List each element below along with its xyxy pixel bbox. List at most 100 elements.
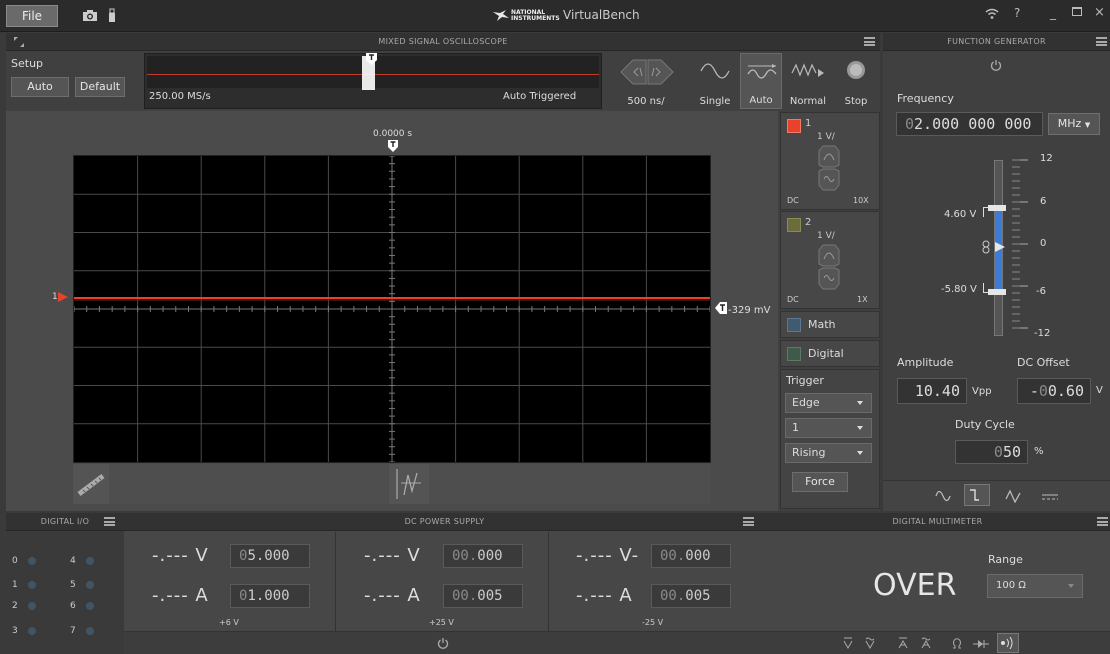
upper-limit-handle[interactable] xyxy=(988,205,1006,211)
p6-voltage-setpoint[interactable]: 05.000 xyxy=(230,544,310,568)
close-icon[interactable]: × xyxy=(1094,5,1105,20)
single-acquisition-button[interactable]: Single xyxy=(693,53,737,109)
duty-cycle-label: Duty Cycle xyxy=(955,418,1015,431)
auto-acquisition-button[interactable]: Auto xyxy=(740,53,782,109)
trigger-source-select[interactable]: 1 xyxy=(785,418,872,438)
digital-swatch xyxy=(787,347,801,361)
m25-current-setpoint[interactable]: 00.005 xyxy=(651,584,731,608)
link-icon[interactable] xyxy=(982,240,990,254)
dio-led-6[interactable] xyxy=(86,602,94,610)
trigger-level-marker-icon[interactable] xyxy=(715,302,727,314)
file-menu-button[interactable]: File xyxy=(6,5,58,27)
waveform-display[interactable] xyxy=(73,155,711,463)
dc-current-mode-icon[interactable] xyxy=(898,637,908,649)
continuity-mode-button[interactable] xyxy=(997,633,1019,653)
amplitude-input[interactable]: 10.40 xyxy=(897,378,967,404)
fgen-power-icon[interactable] xyxy=(990,59,1002,71)
dc-voltage-mode-icon[interactable] xyxy=(843,637,853,649)
frequency-input[interactable]: 02.000 000 000 xyxy=(896,112,1043,136)
channel-2-scale-stepper-icon[interactable] xyxy=(818,244,840,290)
normal-acquisition-button[interactable]: Normal xyxy=(785,53,831,109)
channel-1-probe[interactable]: 10X xyxy=(853,196,869,205)
dc-power-supply-panel: DC POWER SUPPLY -.--- V 05.000 -.--- A 0… xyxy=(124,513,765,654)
trigger-source-value: 1 xyxy=(792,421,799,434)
dcps-menu-icon[interactable] xyxy=(743,517,754,526)
dc-wave-icon[interactable] xyxy=(1041,492,1059,502)
default-setup-button[interactable]: Default xyxy=(75,77,125,97)
ac-current-mode-icon[interactable] xyxy=(921,637,931,649)
auto-label: Auto xyxy=(749,95,773,106)
help-icon[interactable]: ? xyxy=(1014,6,1020,20)
sine-wave-icon[interactable] xyxy=(935,489,951,503)
device-connection-icon[interactable] xyxy=(107,8,117,23)
trigger-slope-select[interactable]: Rising xyxy=(785,443,872,463)
dio-led-1[interactable] xyxy=(28,581,36,589)
p25-voltage-setpoint[interactable]: 00.000 xyxy=(443,544,523,568)
dcps-power-icon[interactable] xyxy=(437,637,449,649)
math-channel-button[interactable]: Math xyxy=(780,311,880,338)
dmm-menu-icon[interactable] xyxy=(1097,517,1108,526)
scope-menu-icon[interactable] xyxy=(864,37,875,46)
channel-1-coupling[interactable]: DC xyxy=(787,196,799,205)
scale-bracket-top xyxy=(983,207,988,217)
duty-cycle-input[interactable]: 050 xyxy=(955,440,1028,464)
ac-voltage-mode-icon[interactable] xyxy=(865,637,875,649)
chevron-down-icon xyxy=(857,451,863,455)
channel-2-enable-swatch[interactable] xyxy=(787,218,801,232)
trigger-position-marker-icon[interactable] xyxy=(388,140,398,152)
dmm-header: DIGITAL MULTIMETER xyxy=(765,513,1110,531)
minimize-icon[interactable]: _ xyxy=(1050,6,1056,20)
cursor-tool-button[interactable] xyxy=(389,464,429,504)
autoset-button[interactable]: Auto xyxy=(11,77,69,97)
channel-2-panel[interactable]: 2 1 V/ DC 1X xyxy=(780,211,880,309)
dio-led-0[interactable] xyxy=(28,557,36,565)
slider-low-value: -5.80 V xyxy=(941,284,977,295)
range-select[interactable]: 100 Ω xyxy=(987,574,1083,598)
dio-led-7[interactable] xyxy=(86,627,94,635)
stop-acquisition-button[interactable]: Stop xyxy=(836,53,876,109)
channel-2-probe[interactable]: 1X xyxy=(857,295,868,304)
triangle-wave-icon[interactable] xyxy=(1005,489,1021,503)
m25-voltage-setpoint[interactable]: 00.000 xyxy=(651,544,731,568)
resistance-mode-icon[interactable] xyxy=(952,638,962,650)
m25-current-leading-digit: 00. xyxy=(660,588,686,604)
channel-1-panel[interactable]: 1 1 V/ DC 10X xyxy=(780,112,880,210)
dio-led-3[interactable] xyxy=(28,627,36,635)
timebase-arrows-icon[interactable] xyxy=(619,59,675,85)
digital-channel-button[interactable]: Digital xyxy=(780,340,880,367)
p25-current-setpoint[interactable]: 00.005 xyxy=(443,584,523,608)
maximize-icon[interactable] xyxy=(1072,7,1082,16)
p25-channel-name: +25 V xyxy=(429,618,454,627)
dio-led-5[interactable] xyxy=(86,581,94,589)
timebase-control[interactable]: 500 ns/ xyxy=(612,53,680,109)
dio-led-2[interactable] xyxy=(28,602,36,610)
channel-1-offset-marker[interactable]: 1 xyxy=(52,291,68,302)
offset-pointer-icon[interactable] xyxy=(995,242,1005,252)
frequency-leading-digit: 0 xyxy=(905,115,915,133)
trigger-level-value: -329 mV xyxy=(728,305,771,316)
dio-menu-icon[interactable] xyxy=(104,517,115,526)
frequency-unit-select[interactable]: MHz ▼ xyxy=(1048,113,1100,135)
m25-channel-name: -25 V xyxy=(642,618,664,627)
dc-offset-input[interactable]: -00.60 xyxy=(1017,378,1091,404)
lower-limit-handle[interactable] xyxy=(988,289,1006,295)
dio-led-4[interactable] xyxy=(86,557,94,565)
trigger-type-select[interactable]: Edge xyxy=(785,393,872,413)
stop-icon xyxy=(847,61,865,79)
wifi-icon[interactable] xyxy=(985,8,999,20)
p6-current-value: 1.000 xyxy=(247,588,290,604)
channel-1-scale-stepper-icon[interactable] xyxy=(818,145,840,191)
force-trigger-button[interactable]: Force xyxy=(792,472,848,492)
overview-trigger-marker-icon[interactable] xyxy=(366,53,377,65)
expand-icon[interactable] xyxy=(13,36,25,48)
measurement-tool-button[interactable] xyxy=(73,464,109,504)
fgen-menu-icon[interactable] xyxy=(1096,37,1107,46)
camera-icon[interactable] xyxy=(82,9,98,22)
channel-2-coupling[interactable]: DC xyxy=(787,295,799,304)
p6-current-setpoint[interactable]: 01.000 xyxy=(230,584,310,608)
diode-mode-icon[interactable] xyxy=(973,639,989,649)
square-wave-button[interactable] xyxy=(964,484,990,506)
chevron-down-icon xyxy=(857,401,863,405)
dio-line-1: 1 xyxy=(12,580,18,590)
channel-1-enable-swatch[interactable] xyxy=(787,119,801,133)
